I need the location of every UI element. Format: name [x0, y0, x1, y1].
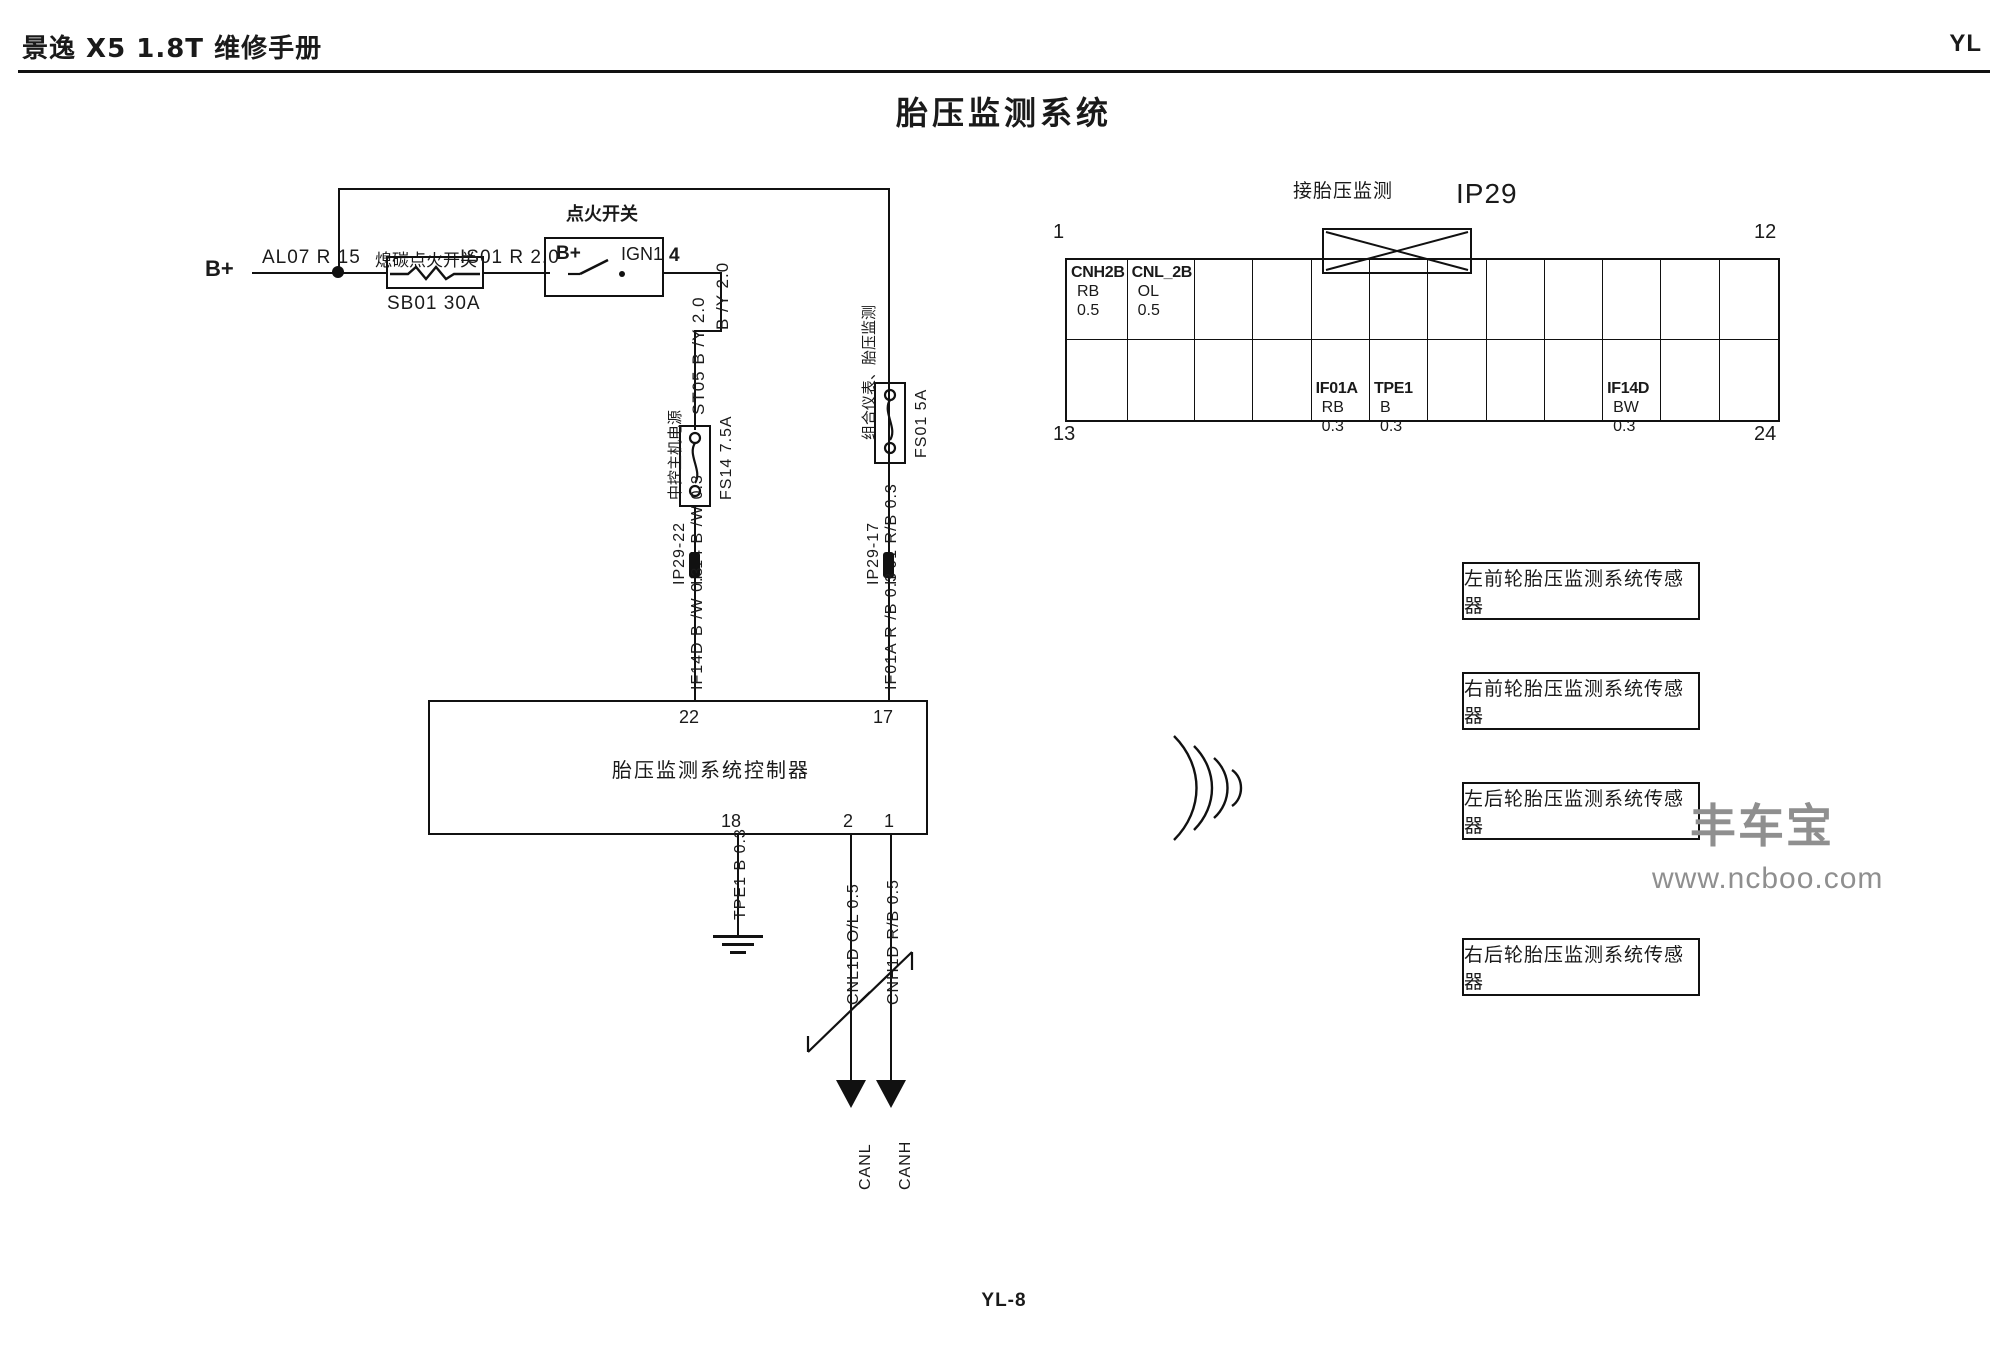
cell-gauge: 0.3 [1379, 417, 1403, 435]
watermark-logo: 丰车宝 [1690, 799, 1834, 853]
branch-left-wire-top: ST05 B /Y 2.0 [689, 296, 708, 415]
cell-gauge: 0.3 [1321, 417, 1344, 435]
header-divider [18, 70, 1990, 73]
connector-caption: 接胎压监测 [1293, 180, 1394, 202]
cell-gauge: 0.5 [1137, 301, 1160, 319]
cell-color: OL [1137, 282, 1159, 300]
connector-cell-19 [1428, 340, 1487, 420]
cell-circuit: TPE1 [1373, 380, 1413, 397]
can-low-arrow-icon [836, 1080, 866, 1108]
connector-cell-4 [1253, 260, 1312, 340]
branch-right-fuse-body [874, 382, 906, 464]
connector-cell-23 [1661, 340, 1720, 420]
connector-cell-16 [1253, 340, 1312, 420]
switch-contact-icon [568, 258, 625, 277]
cell-circuit: IF01A [1315, 380, 1358, 397]
connector-corner-bottom-left: 13 [1053, 423, 1076, 445]
ignition-switch-title: 点火开关 [566, 204, 638, 225]
connector-cell-20 [1487, 340, 1545, 420]
battery-wire-label: AL07 R 15 [262, 247, 361, 268]
twisted-pair-icon [806, 951, 914, 1053]
cell-gauge: 0.5 [1077, 301, 1100, 319]
feed-bus-top [338, 188, 890, 190]
controller-pin-1: 1 [884, 811, 895, 831]
battery-label: B+ [205, 256, 234, 281]
branch-left-wire-lower: IF14D B /W 0.3 [689, 566, 706, 690]
fuse-element-icon [883, 388, 897, 455]
connector-cell-17: IF01A RB 0.3 [1312, 340, 1370, 435]
connector-cell-11 [1661, 260, 1720, 340]
main-fuse-in-line [344, 272, 386, 274]
main-fuse-out-line [484, 272, 550, 274]
main-fuse-name: SB01 30A [387, 293, 481, 314]
connector-cell-18: TPE1 B 0.3 [1370, 340, 1429, 435]
tpms-controller-name: 胎压监测系统控制器 [612, 758, 810, 782]
connector-cell-21 [1545, 340, 1604, 420]
connector-corner-bottom-right: 24 [1754, 423, 1777, 445]
branch-right-connector-ref: IP29-17 [865, 521, 882, 585]
ignition-out-wire-label: B /Y 2.0 [713, 261, 732, 330]
connector-cell-3 [1195, 260, 1254, 340]
connector-name: IP29 [1456, 178, 1518, 209]
branch-left-fuse-desc: 中控主机电源 [666, 409, 684, 500]
can-high-label: CANH [897, 1140, 914, 1190]
connector-corner-top-left: 1 [1053, 221, 1065, 243]
connector-corner-top-right: 12 [1754, 221, 1777, 243]
controller-pin-2: 2 [843, 811, 854, 831]
watermark-url: www.ncboo.com [1652, 862, 1884, 895]
wiring-diagram-page: 景逸 X5 1.8T 维修手册 YL 胎压监测系统 B+ AL07 R 15 熄… [0, 0, 2008, 1352]
page-footer: YL-8 [981, 1290, 1027, 1311]
connector-cell-24 [1720, 340, 1778, 420]
ignition-out-pin-number: 4 [669, 245, 680, 266]
connector-cell-9 [1544, 260, 1604, 340]
cell-color: RB [1321, 398, 1344, 416]
manual-title: 景逸 X5 1.8T 维修手册 [22, 34, 323, 64]
cell-color: B [1379, 398, 1391, 416]
can-low-label: CANL [857, 1143, 874, 1190]
connector-cell-15 [1195, 340, 1254, 420]
ground-symbol-bar3 [730, 951, 746, 954]
connector-cell-10 [1603, 260, 1662, 340]
connector-cell-13 [1067, 340, 1128, 420]
sensor-box-front-right: 右前轮胎压监测系统传感器 [1462, 672, 1700, 730]
connector-cell-5 [1311, 260, 1370, 340]
connector-cell-1: CNH2B RB 0.5 [1067, 260, 1128, 340]
connector-cell-7 [1428, 260, 1487, 340]
cell-color: RB [1077, 282, 1100, 300]
cell-circuit: IF14D [1607, 380, 1650, 397]
junction-dot [332, 266, 344, 278]
branch-right-fuse-name: FS01 5A [913, 388, 930, 458]
sensor-box-rear-right: 右后轮胎压监测系统传感器 [1462, 938, 1700, 996]
ground-symbol-bar2 [722, 943, 754, 946]
connector-pinout-grid: CNH2B RB 0.5 CNL_2B OL 0.5 IF01A RB 0.3 TPE1 B 0.3 I… [1065, 258, 1780, 435]
connector-cell-22: IF14D BW 0.3 [1603, 340, 1662, 435]
page-header: 景逸 X5 1.8T 维修手册 YL [0, 0, 2008, 73]
branch-left-connector-ref: IP29-22 [671, 521, 688, 585]
connector-cell-14 [1128, 340, 1196, 420]
cell-circuit: CNL_2B [1131, 264, 1193, 281]
cell-color: BW [1613, 398, 1639, 416]
cell-circuit: CNH2B [1071, 264, 1125, 281]
ground-wire-label: TPE1 B 0.3 [732, 828, 749, 920]
rf-signal-icon [1173, 735, 1243, 841]
branch-left-fuse-name: FS14 7.5A [718, 415, 735, 500]
cell-gauge: 0.3 [1613, 417, 1636, 435]
connector-cell-6 [1369, 260, 1429, 340]
section-code: YL [1949, 30, 1982, 57]
sensor-box-front-left: 左前轮胎压监测系统传感器 [1462, 562, 1700, 620]
page-title: 胎压监测系统 [895, 94, 1112, 132]
sensor-box-rear-left: 左后轮胎压监测系统传感器 [1462, 782, 1700, 840]
can-high-arrow-icon [876, 1080, 906, 1108]
connector-cell-12 [1719, 260, 1778, 340]
connector-cell-8 [1486, 260, 1545, 340]
branch-right-wire-lower: IF01A R /B 0.3 [883, 571, 900, 690]
ground-symbol-bar1 [713, 935, 763, 938]
connector-cell-2: CNL_2B OL 0.5 [1127, 260, 1196, 340]
controller-pin-22: 22 [679, 707, 700, 727]
controller-pin-17: 17 [873, 707, 894, 727]
